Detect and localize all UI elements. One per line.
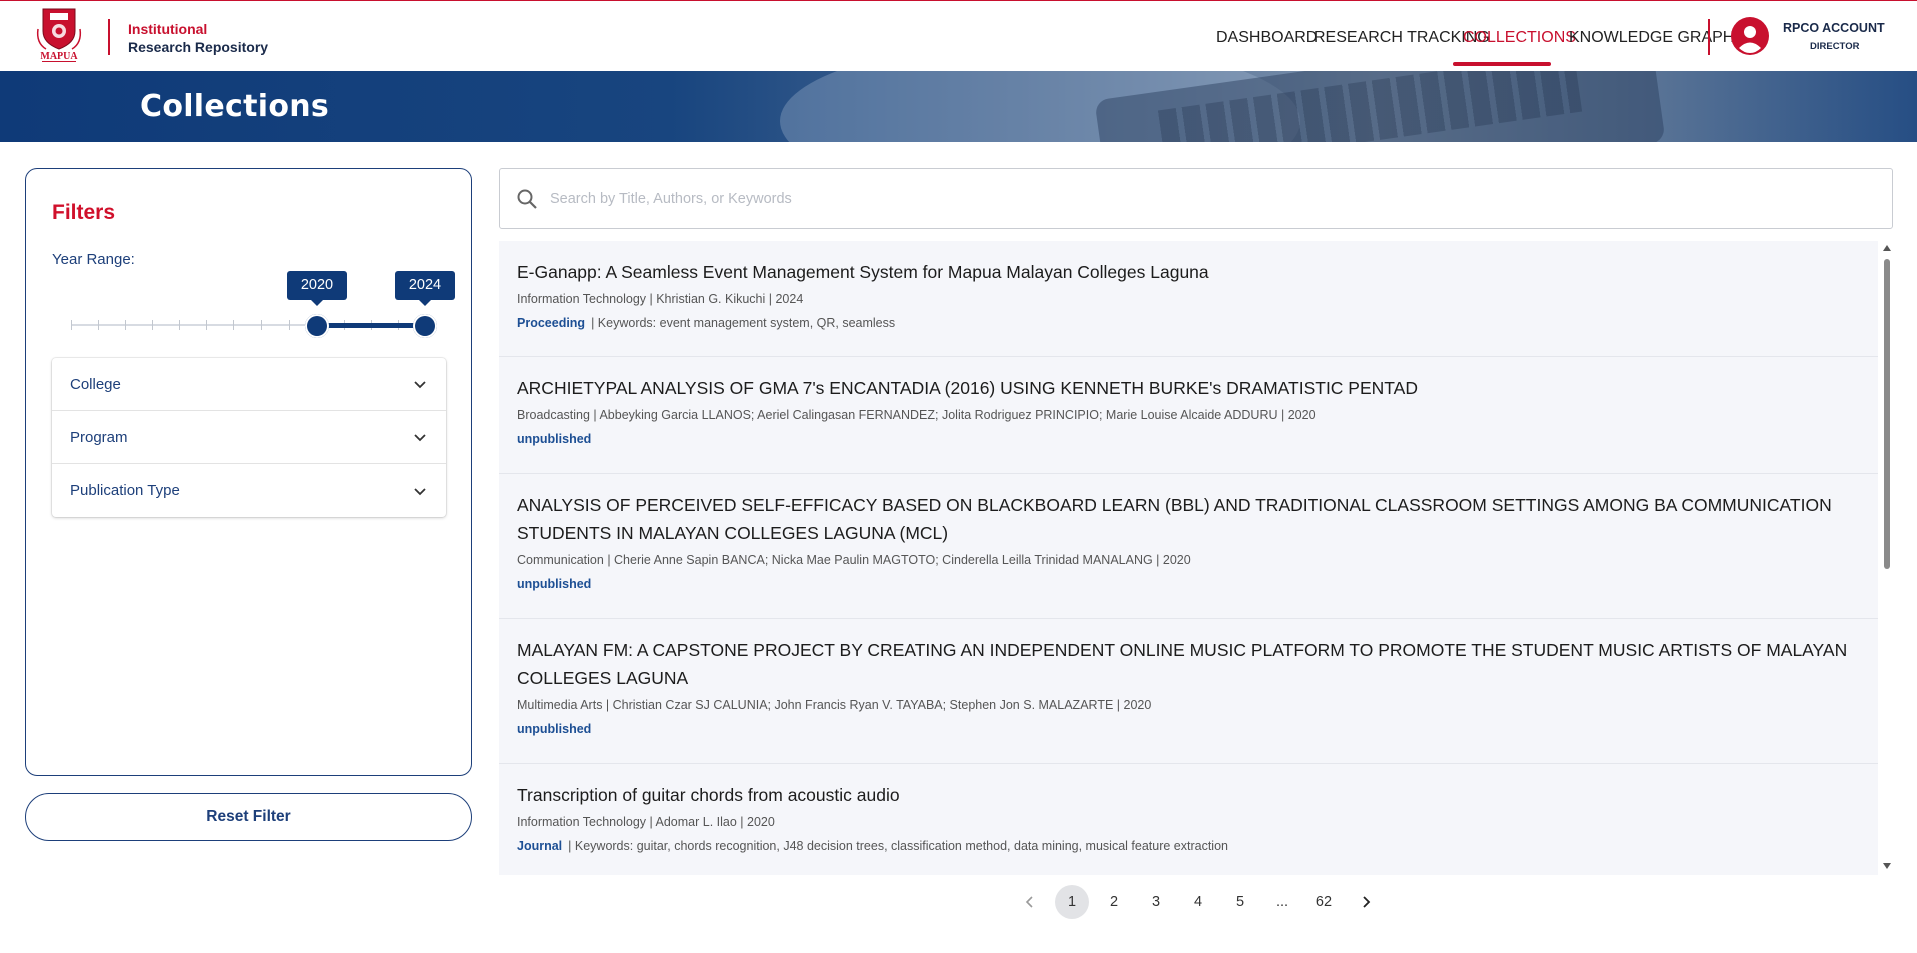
year-from-thumb[interactable]: [305, 314, 329, 338]
year-to-value: 2024: [395, 271, 455, 306]
filter-college-label: College: [70, 375, 121, 393]
filter-college[interactable]: College: [52, 358, 446, 411]
scroll-down-arrow[interactable]: [1883, 863, 1891, 869]
brand-title-line1: Institutional: [128, 21, 208, 37]
year-range-label: Year Range:: [52, 251, 135, 268]
active-nav-indicator: [1453, 62, 1551, 66]
brand-title-line2: Research Repository: [128, 39, 269, 55]
slider-tick: [289, 320, 290, 330]
page-2[interactable]: 2: [1097, 885, 1131, 919]
result-meta: Multimedia Arts | Christian Czar SJ CALU…: [517, 698, 1152, 712]
page-3[interactable]: 3: [1139, 885, 1173, 919]
result-type-badge: unpublished: [517, 432, 592, 446]
result-title[interactable]: MALAYAN FM: A CAPSTONE PROJECT BY CREATI…: [517, 636, 1860, 692]
filter-program[interactable]: Program: [52, 411, 446, 464]
result-keywords: | Keywords: event management system, QR,…: [591, 316, 896, 330]
chevron-down-icon: [414, 487, 426, 495]
chevron-left-icon: [1025, 896, 1033, 908]
page-4[interactable]: 4: [1181, 885, 1215, 919]
slider-tick: [98, 320, 99, 330]
result-item: ARCHIETYPAL ANALYSIS OF GMA 7's ENCANTAD…: [499, 357, 1878, 474]
result-meta: Information Technology | Adomar L. Ilao …: [517, 815, 775, 829]
year-from-value: 2020: [287, 271, 347, 306]
filter-publication-type[interactable]: Publication Type: [52, 464, 446, 517]
results-list: E-Ganapp: A Seamless Event Management Sy…: [499, 241, 1878, 875]
results-scrollbar[interactable]: [1881, 241, 1893, 875]
filters-panel: Filters Year Range: 2020 2024 College Pr…: [25, 168, 472, 776]
slider-tick: [71, 320, 72, 330]
filter-program-label: Program: [70, 428, 128, 446]
result-tags: unpublished: [517, 722, 1860, 736]
next-page-button[interactable]: [1349, 885, 1383, 919]
slider-tick: [261, 320, 262, 330]
page-title: Collections: [140, 89, 330, 124]
result-tags: unpublished: [517, 577, 1860, 591]
result-type-badge: unpublished: [517, 722, 592, 736]
brand-divider: [108, 19, 110, 55]
page-banner: Collections: [0, 71, 1917, 142]
nav-divider: [1708, 19, 1710, 55]
page-62[interactable]: 62: [1307, 885, 1341, 919]
search-box: [499, 168, 1893, 229]
result-item: MALAYAN FM: A CAPSTONE PROJECT BY CREATI…: [499, 619, 1878, 764]
result-meta: Broadcasting | Abbeyking Garcia LLANOS; …: [517, 408, 1316, 422]
result-item: E-Ganapp: A Seamless Event Management Sy…: [499, 241, 1878, 357]
reset-filter-button[interactable]: Reset Filter: [25, 793, 472, 841]
nav-collections[interactable]: COLLECTIONS: [1463, 29, 1576, 47]
chevron-down-icon: [414, 381, 426, 389]
slider-tick: [206, 320, 207, 330]
scroll-up-arrow[interactable]: [1883, 245, 1891, 251]
top-navbar: MAPUA Institutional Research Repository …: [0, 0, 1917, 71]
result-meta: Information Technology | Khristian G. Ki…: [517, 292, 804, 306]
slider-tick: [179, 320, 180, 330]
pagination: 1 2 3 4 5 ... 62: [1013, 884, 1391, 920]
result-item: Transcription of guitar chords from acou…: [499, 764, 1878, 875]
year-to-thumb[interactable]: [413, 314, 437, 338]
chevron-right-icon: [1363, 896, 1371, 908]
slider-tick: [125, 320, 126, 330]
account-avatar-icon[interactable]: [1731, 17, 1769, 55]
chevron-down-icon: [414, 434, 426, 442]
filters-title: Filters: [52, 201, 116, 224]
result-meta: Communication | Cherie Anne Sapin BANCA;…: [517, 553, 1191, 567]
result-keywords: | Keywords: guitar, chords recognition, …: [568, 839, 1228, 853]
result-type-badge: Journal: [517, 839, 563, 853]
result-tags: Journal | Keywords: guitar, chords recogn…: [517, 839, 1860, 853]
result-tags: unpublished: [517, 432, 1860, 446]
page-1[interactable]: 1: [1055, 885, 1089, 919]
page-5[interactable]: 5: [1223, 885, 1257, 919]
scroll-thumb[interactable]: [1884, 259, 1890, 569]
logo-text: MAPUA: [40, 51, 78, 62]
result-type-badge: Proceeding: [517, 316, 586, 330]
search-icon: [517, 189, 537, 209]
search-input[interactable]: [550, 181, 1870, 217]
slider-tick: [233, 320, 234, 330]
result-title[interactable]: Transcription of guitar chords from acou…: [517, 781, 1860, 809]
nav-dashboard[interactable]: DASHBOARD: [1216, 29, 1317, 47]
page-ellipsis: ...: [1275, 894, 1289, 910]
result-title[interactable]: ANALYSIS OF PERCEIVED SELF-EFFICACY BASE…: [517, 491, 1860, 547]
year-range-selected: [317, 323, 425, 328]
result-title[interactable]: ARCHIETYPAL ANALYSIS OF GMA 7's ENCANTAD…: [517, 374, 1860, 402]
mapua-logo[interactable]: MAPUA: [34, 7, 84, 65]
result-title[interactable]: E-Ganapp: A Seamless Event Management Sy…: [517, 258, 1860, 286]
filter-publication-type-label: Publication Type: [70, 482, 180, 499]
result-type-badge: unpublished: [517, 577, 592, 591]
prev-page-button[interactable]: [1013, 885, 1047, 919]
filter-accordion: College Program Publication Type: [52, 358, 446, 517]
result-tags: Proceeding | Keywords: event management s…: [517, 316, 1860, 330]
account-role: DIRECTOR: [1810, 41, 1860, 52]
account-name[interactable]: RPCO ACCOUNT: [1783, 21, 1885, 35]
slider-tick: [152, 320, 153, 330]
result-item: ANALYSIS OF PERCEIVED SELF-EFFICACY BASE…: [499, 474, 1878, 619]
